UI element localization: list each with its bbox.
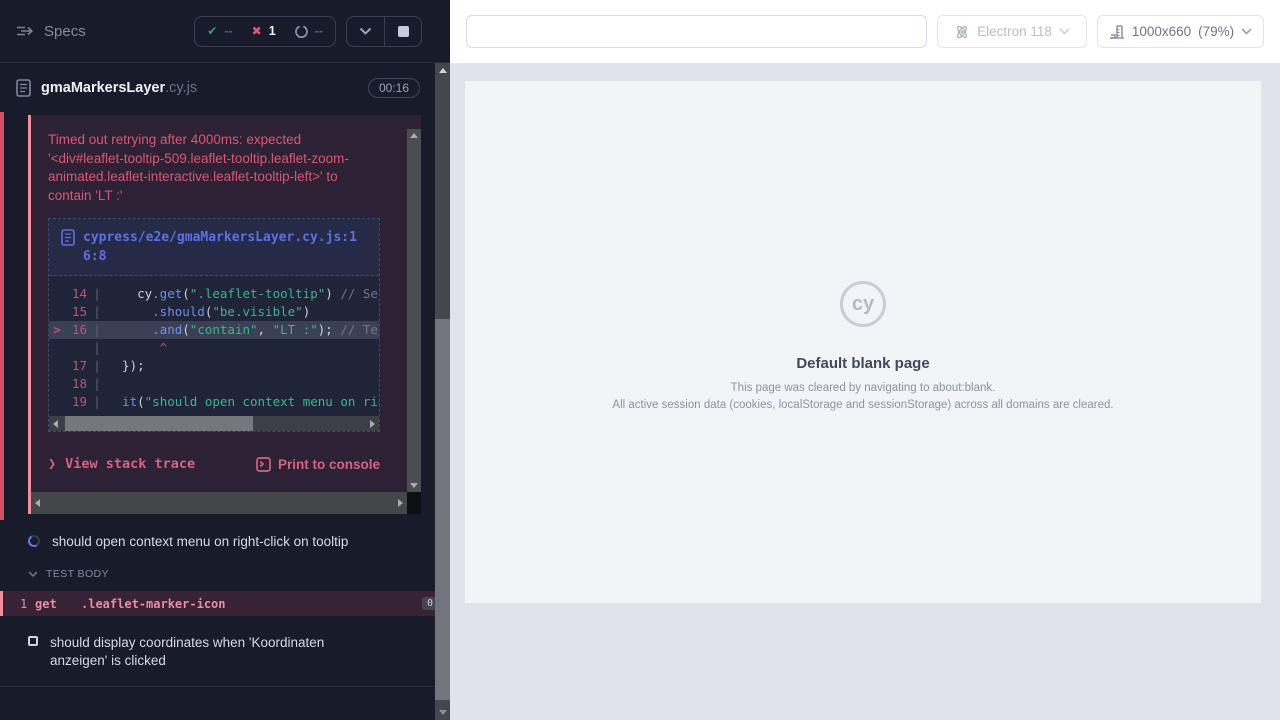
- chevron-right-icon: ❯: [48, 456, 56, 472]
- test-title: should open context menu on right-click …: [52, 533, 348, 551]
- code-frame-path: cypress/e2e/gmaMarkersLayer.cy.js:16:8: [83, 228, 367, 266]
- viewport-selector[interactable]: 1000x660 (79%): [1097, 15, 1264, 48]
- chevron-down-icon: [1241, 28, 1252, 35]
- code-lines: 14| cy.get(".leaflet-tooltip") // Sele15…: [49, 276, 379, 416]
- spec-name: gmaMarkersLayer: [41, 80, 165, 96]
- scroll-right-icon: [398, 499, 403, 507]
- file-icon: [61, 229, 75, 246]
- scroll-right-icon: [370, 420, 375, 428]
- failed-icon: ✖: [252, 25, 262, 37]
- code-frame: cypress/e2e/gmaMarkersLayer.cy.js:16:8 1…: [48, 218, 380, 432]
- test-stats: ✔ -- ✖ 1 --: [194, 16, 336, 47]
- aut-iframe: cy Default blank page This page was clea…: [465, 81, 1261, 603]
- code-line: 17| });: [49, 357, 379, 375]
- aut-panel: Electron 118 1000x660 (79%): [450, 0, 1280, 720]
- stack-trace-label: View stack trace: [65, 456, 195, 472]
- viewport-size: 1000x660: [1132, 24, 1191, 39]
- code-line: 18|: [49, 375, 379, 393]
- error-actions: ❯ View stack trace Print to console: [48, 456, 380, 472]
- failed-attempt-region: Timed out retrying after 4000ms: expecte…: [0, 112, 450, 520]
- scroll-up-icon: [439, 68, 447, 73]
- test-title: should display coordinates when 'Koordin…: [50, 634, 380, 670]
- chevron-down-icon: [28, 571, 38, 578]
- specs-label[interactable]: Specs: [44, 23, 86, 40]
- print-console-label: Print to console: [278, 457, 380, 472]
- cypress-app: Specs ✔ -- ✖ 1 --: [0, 0, 1280, 720]
- browser-selector[interactable]: Electron 118: [937, 15, 1087, 48]
- passed-icon: ✔: [207, 25, 217, 37]
- code-frame-file-link[interactable]: cypress/e2e/gmaMarkersLayer.cy.js:16:8: [49, 219, 379, 276]
- running-spinner-icon: [27, 534, 42, 549]
- blank-page-line1: This page was cleared by navigating to a…: [465, 382, 1261, 394]
- scrollbar-thumb[interactable]: [65, 416, 253, 431]
- code-horizontal-scrollbar[interactable]: [49, 416, 379, 431]
- specs-menu-icon[interactable]: [16, 24, 34, 38]
- spec-timer: 00:16: [368, 78, 420, 98]
- chevron-down-icon: [359, 27, 372, 36]
- view-stack-trace-link[interactable]: ❯ View stack trace: [48, 456, 195, 472]
- code-line: 19| it("should open context menu on righ: [49, 393, 379, 411]
- spec-extension: .cy.js: [165, 80, 197, 96]
- spec-header: gmaMarkersLayer .cy.js 00:16: [0, 63, 450, 112]
- error-message: Timed out retrying after 4000ms: expecte…: [48, 131, 378, 205]
- command-args: .leaflet-marker-icon: [81, 597, 226, 611]
- blank-page-title: Default blank page: [465, 355, 1261, 372]
- url-input[interactable]: [466, 15, 927, 48]
- default-blank-page: cy Default blank page This page was clea…: [465, 281, 1261, 411]
- code-line: 14| cy.get(".leaflet-tooltip") // Sele: [49, 285, 379, 303]
- scroll-left-icon: [53, 420, 58, 428]
- cypress-logo: cy: [840, 281, 886, 327]
- chevron-down-icon: [1059, 28, 1070, 35]
- scroll-left-icon: [35, 499, 40, 507]
- collapse-reporter-button[interactable]: [347, 17, 384, 46]
- browser-label: Electron 118: [977, 24, 1052, 39]
- failed-count: 1: [269, 24, 276, 38]
- run-controls: [346, 16, 422, 47]
- pending-test-icon: [28, 636, 38, 646]
- test-body-label: TEST BODY: [46, 568, 109, 580]
- passed-count: --: [224, 24, 232, 38]
- scroll-down-icon: [410, 483, 418, 488]
- divider: [0, 686, 450, 687]
- aut-toolbar: Electron 118 1000x660 (79%): [450, 0, 1280, 64]
- cypress-logo-text: cy: [852, 293, 874, 316]
- scroll-down-icon: [439, 710, 447, 715]
- test-item-running[interactable]: should open context menu on right-click …: [0, 520, 450, 555]
- viewport-size-icon: [1109, 24, 1125, 40]
- reporter-header: Specs ✔ -- ✖ 1 --: [0, 0, 450, 63]
- running-icon: [295, 25, 308, 38]
- blank-page-line2: All active session data (cookies, localS…: [465, 399, 1261, 411]
- error-horizontal-scrollbar[interactable]: [31, 492, 407, 514]
- code-line: 15| .should("be.visible"): [49, 303, 379, 321]
- error-panel: Timed out retrying after 4000ms: expecte…: [28, 115, 421, 514]
- code-line: >16| .and("contain", "LT :"); // Test: [49, 321, 379, 339]
- scroll-up-icon: [410, 133, 418, 138]
- print-to-console-button[interactable]: Print to console: [256, 457, 380, 472]
- command-number: 1: [3, 597, 35, 611]
- reporter-body: gmaMarkersLayer .cy.js 00:16 Timed out r…: [0, 63, 450, 720]
- test-item-pending[interactable]: should display coordinates when 'Koordin…: [0, 616, 450, 674]
- scrollbar-corner: [407, 492, 421, 514]
- electron-icon: [954, 24, 970, 40]
- stop-icon: [398, 26, 409, 37]
- spec-file-icon: [16, 79, 31, 97]
- scrollbar-thumb[interactable]: [435, 319, 450, 700]
- code-line: | ^: [49, 339, 379, 357]
- viewport-scale: (79%): [1198, 24, 1234, 39]
- error-vertical-scrollbar[interactable]: [407, 129, 421, 492]
- test-body-section-toggle[interactable]: TEST BODY: [0, 555, 450, 587]
- reporter-scrollbar[interactable]: [435, 63, 450, 720]
- running-count: --: [315, 24, 323, 38]
- command-log-entry[interactable]: 1 get .leaflet-marker-icon 0: [0, 591, 450, 616]
- command-method: get: [35, 597, 81, 611]
- terminal-icon: [256, 457, 271, 472]
- stop-run-button[interactable]: [384, 17, 421, 46]
- aut-background: cy Default blank page This page was clea…: [450, 64, 1280, 720]
- reporter-panel: Specs ✔ -- ✖ 1 --: [0, 0, 450, 720]
